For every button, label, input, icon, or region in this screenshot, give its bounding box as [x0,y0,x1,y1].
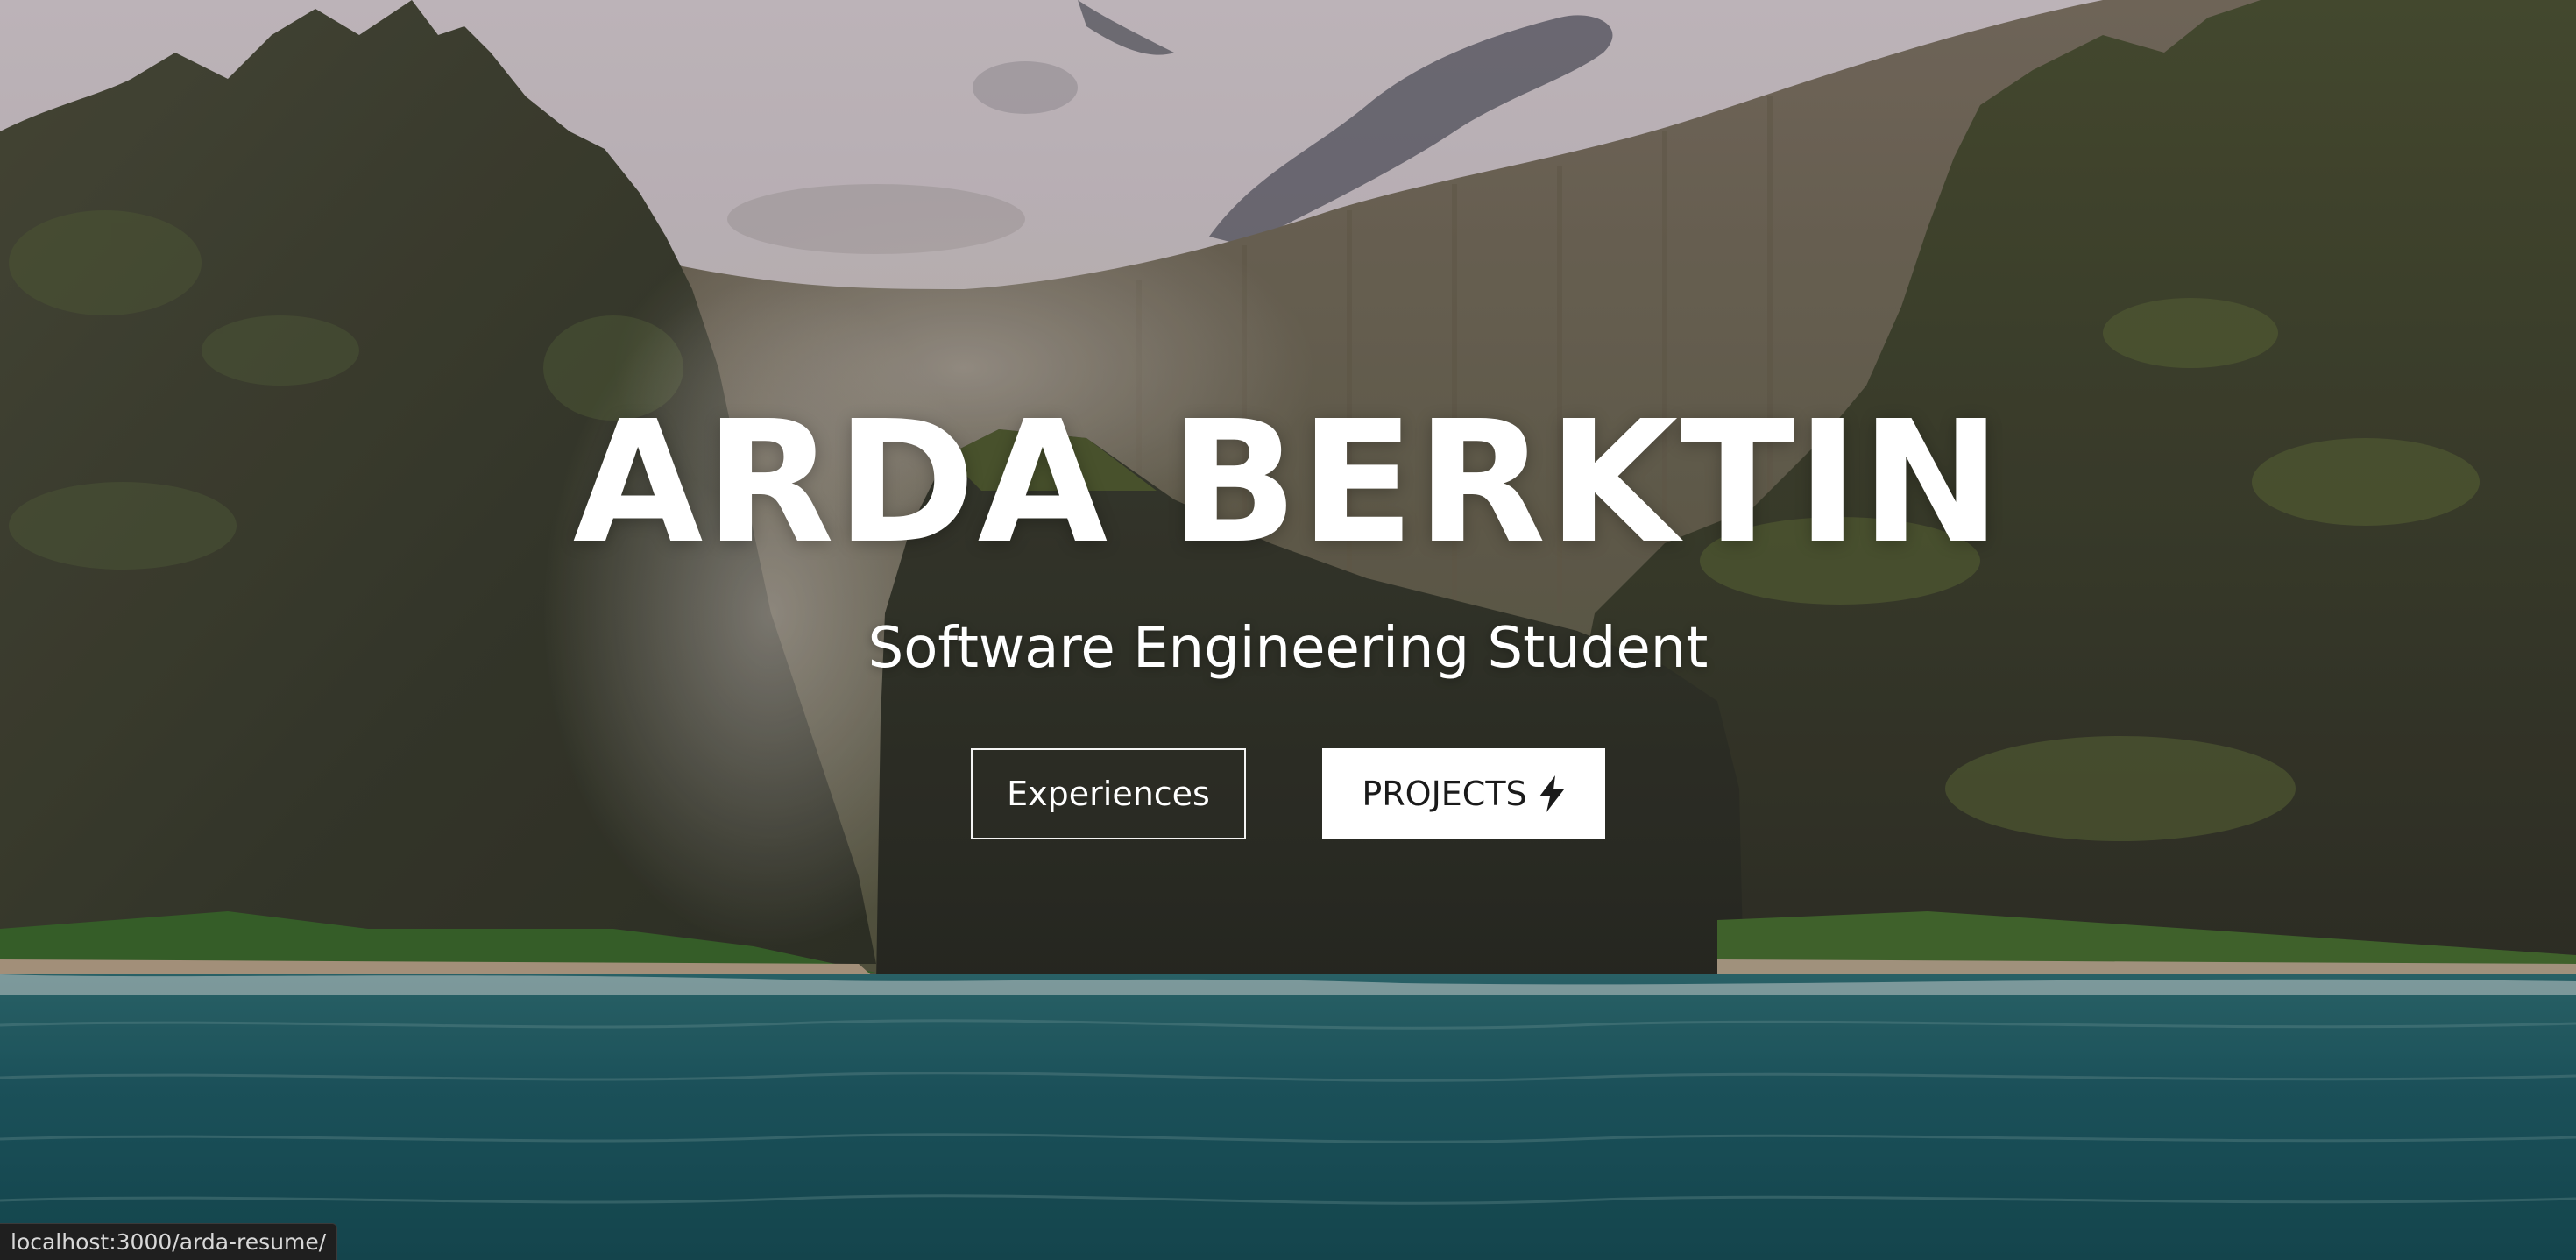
experiences-button-label: Experiences [1007,775,1210,813]
projects-button[interactable]: PROJECTS [1322,748,1605,839]
hero-name: ARDA BERKTIN [572,386,2004,581]
experiences-button[interactable]: Experiences [971,748,1246,839]
status-bar-url: localhost:3000/arda-resume/ [11,1229,327,1255]
hero-section: ARDA BERKTIN Software Engineering Studen… [0,0,2576,1260]
link-preview-status-bar: localhost:3000/arda-resume/ [0,1223,338,1260]
lightning-bolt-icon [1539,775,1564,812]
hero-subtitle: Software Engineering Student [867,616,1709,681]
hero-content: ARDA BERKTIN Software Engineering Studen… [0,0,2576,1260]
projects-button-label: PROJECTS [1362,775,1527,813]
